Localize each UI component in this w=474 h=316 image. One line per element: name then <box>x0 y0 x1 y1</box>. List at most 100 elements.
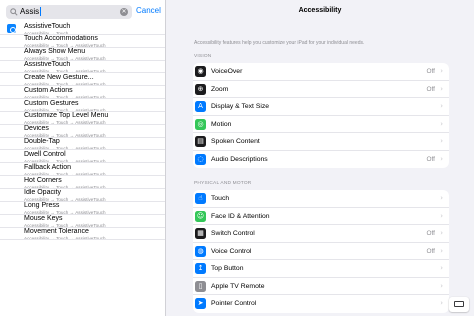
search-result-item[interactable]: Long Press Accessibility → Touch → Assist… <box>0 202 165 215</box>
settings-group: ☝ Touch › ☺ Face ID & Attention › ▦ Switch Cont… <box>193 190 449 313</box>
search-pane: Assis ✕ Cancel AssistiveTouch Accessibili… <box>0 0 166 316</box>
accessibility-pane: Accessibility Accessibility features hel… <box>166 0 474 316</box>
search-result-item[interactable]: Dwell Control Accessibility → Touch → Ass… <box>0 150 165 164</box>
row-label: Voice Control <box>211 247 252 255</box>
chevron-right-icon: › <box>440 154 443 163</box>
result-title: Movement Tolerance <box>24 228 89 235</box>
result-title: Custom Gestures <box>24 99 79 107</box>
zoom-icon: ⊕ <box>195 83 206 95</box>
result-title: Hot Corners <box>24 176 62 184</box>
row-label: Spoken Content <box>211 138 260 145</box>
row-label: Audio Descriptions <box>211 155 268 163</box>
text-caret <box>40 7 42 17</box>
chevron-right-icon: › <box>440 84 443 93</box>
result-title: Mouse Keys <box>24 215 63 223</box>
search-result-item[interactable]: AssistiveTouch Accessibility → Touch <box>0 22 165 35</box>
result-title: Devices <box>24 125 49 133</box>
settings-row[interactable]: ▦ Switch Control Off › <box>193 225 449 243</box>
text-size-icon: A <box>195 101 206 112</box>
keyboard-icon[interactable] <box>449 297 469 312</box>
row-value: Off <box>426 85 435 93</box>
chevron-right-icon: › <box>440 102 443 110</box>
row-label: Face ID & Attention <box>211 212 270 220</box>
settings-row[interactable]: ◌ Audio Descriptions Off › <box>193 151 449 169</box>
motion-icon: ◎ <box>195 118 206 130</box>
settings-row[interactable]: ▤ Spoken Content › <box>193 133 449 151</box>
assistivetouch-icon <box>7 24 16 33</box>
chevron-right-icon: › <box>440 281 443 290</box>
search-result-item[interactable]: Touch Accommodations Accessibility → Touc… <box>0 35 165 48</box>
row-label: Pointer Control <box>211 300 257 307</box>
search-result-item[interactable]: Hot Corners Accessibility → Touch → Assis… <box>0 176 165 189</box>
switch-control-icon: ▦ <box>195 228 206 239</box>
settings-group: ◉ VoiceOver Off › ⊕ Zoom Off › A Display & Text S… <box>193 63 449 168</box>
cancel-button[interactable]: Cancel <box>136 6 161 15</box>
settings-row[interactable]: ↥ Top Button › <box>193 260 449 278</box>
settings-row[interactable]: ➤ Pointer Control › <box>193 295 449 313</box>
search-result-item[interactable]: Always Show Menu Accessibility → Touch → … <box>0 48 165 61</box>
search-result-item[interactable]: AssistiveTouch Accessibility → Touch → As… <box>0 61 165 74</box>
settings-row[interactable]: ◍ Voice Control Off › <box>193 243 449 260</box>
chevron-right-icon: › <box>440 264 443 272</box>
search-result-item[interactable]: Double-Tap Accessibility → Touch → Assist… <box>0 138 165 151</box>
result-title: Always Show Menu <box>24 48 86 56</box>
settings-row[interactable]: ▯ Apple TV Remote › <box>193 278 449 295</box>
search-results-list: AssistiveTouch Accessibility → Touch Touch… <box>0 22 165 241</box>
result-title: Dwell Control <box>24 150 66 158</box>
touch-icon: ☝ <box>195 193 206 204</box>
settings-row[interactable]: A Display & Text Size › <box>193 98 449 116</box>
remote-icon: ▯ <box>195 280 206 292</box>
result-title: Double-Tap <box>24 138 60 146</box>
row-label: Top Button <box>211 265 244 272</box>
search-result-item[interactable]: Custom Gestures Accessibility → Touch → A… <box>0 99 165 112</box>
chevron-right-icon: › <box>440 211 443 220</box>
search-input[interactable]: Assis <box>20 5 42 19</box>
settings-row[interactable]: ⊕ Zoom Off › <box>193 81 449 98</box>
search-field[interactable]: Assis ✕ <box>6 5 132 19</box>
search-result-item[interactable]: Custom Actions Accessibility → Touch → As… <box>0 86 165 100</box>
result-title: Fallback Action <box>24 163 72 171</box>
row-label: Display & Text Size <box>211 103 270 110</box>
chevron-right-icon: › <box>440 137 443 145</box>
search-result-item[interactable]: Movement Tolerance Accessibility → Touch … <box>0 228 165 241</box>
settings-row[interactable]: ☝ Touch › <box>193 190 449 208</box>
search-result-item[interactable]: Fallback Action Accessibility → Touch → A… <box>0 163 165 177</box>
search-query: Assis <box>20 7 40 16</box>
row-label: Switch Control <box>211 230 255 237</box>
search-result-item[interactable]: Mouse Keys Accessibility → Touch → Assist… <box>0 215 165 228</box>
top-button-icon: ↥ <box>195 263 206 274</box>
search-result-item[interactable]: Devices Accessibility → Touch → Assistive… <box>0 125 165 138</box>
result-title: Customize Top Level Menu <box>24 112 109 120</box>
row-value: Off <box>426 68 435 75</box>
chevron-right-icon: › <box>440 119 443 128</box>
search-result-item[interactable]: Idle Opacity Accessibility → Touch → Assi… <box>0 189 165 202</box>
intro-text: Accessibility features help you customiz… <box>194 40 365 46</box>
section-header: PHYSICAL AND MOTOR <box>194 181 252 186</box>
row-label: Touch <box>211 195 230 202</box>
chevron-right-icon: › <box>440 299 443 307</box>
spoken-content-icon: ▤ <box>195 136 206 147</box>
voice-control-icon: ◍ <box>195 245 206 257</box>
ipad-settings-screen: Assis ✕ Cancel AssistiveTouch Accessibili… <box>0 0 474 316</box>
row-label: Motion <box>211 120 232 128</box>
face-id-icon: ☺ <box>195 210 206 222</box>
search-result-item[interactable]: Customize Top Level Menu Accessibility → … <box>0 112 165 125</box>
settings-row[interactable]: ◉ VoiceOver Off › <box>193 63 449 81</box>
result-title: Idle Opacity <box>24 189 61 197</box>
audio-descriptions-icon: ◌ <box>195 153 206 165</box>
chevron-right-icon: › <box>440 67 443 75</box>
page-title: Accessibility <box>298 7 342 14</box>
result-title: Long Press <box>24 202 60 210</box>
row-value: Off <box>426 155 435 163</box>
result-title: AssistiveTouch <box>24 61 71 69</box>
voiceover-icon: ◉ <box>195 66 206 77</box>
settings-row[interactable]: ☺ Face ID & Attention › <box>193 208 449 225</box>
search-icon <box>10 8 18 16</box>
result-title: Create New Gesture... <box>24 73 94 81</box>
row-label: Zoom <box>211 85 229 93</box>
result-title: Custom Actions <box>24 86 73 94</box>
search-result-item[interactable]: Create New Gesture... Accessibility → Tou… <box>0 73 165 87</box>
clear-icon[interactable]: ✕ <box>120 8 128 16</box>
settings-row[interactable]: ◎ Motion › <box>193 116 449 133</box>
result-title: Touch Accommodations <box>24 35 98 43</box>
